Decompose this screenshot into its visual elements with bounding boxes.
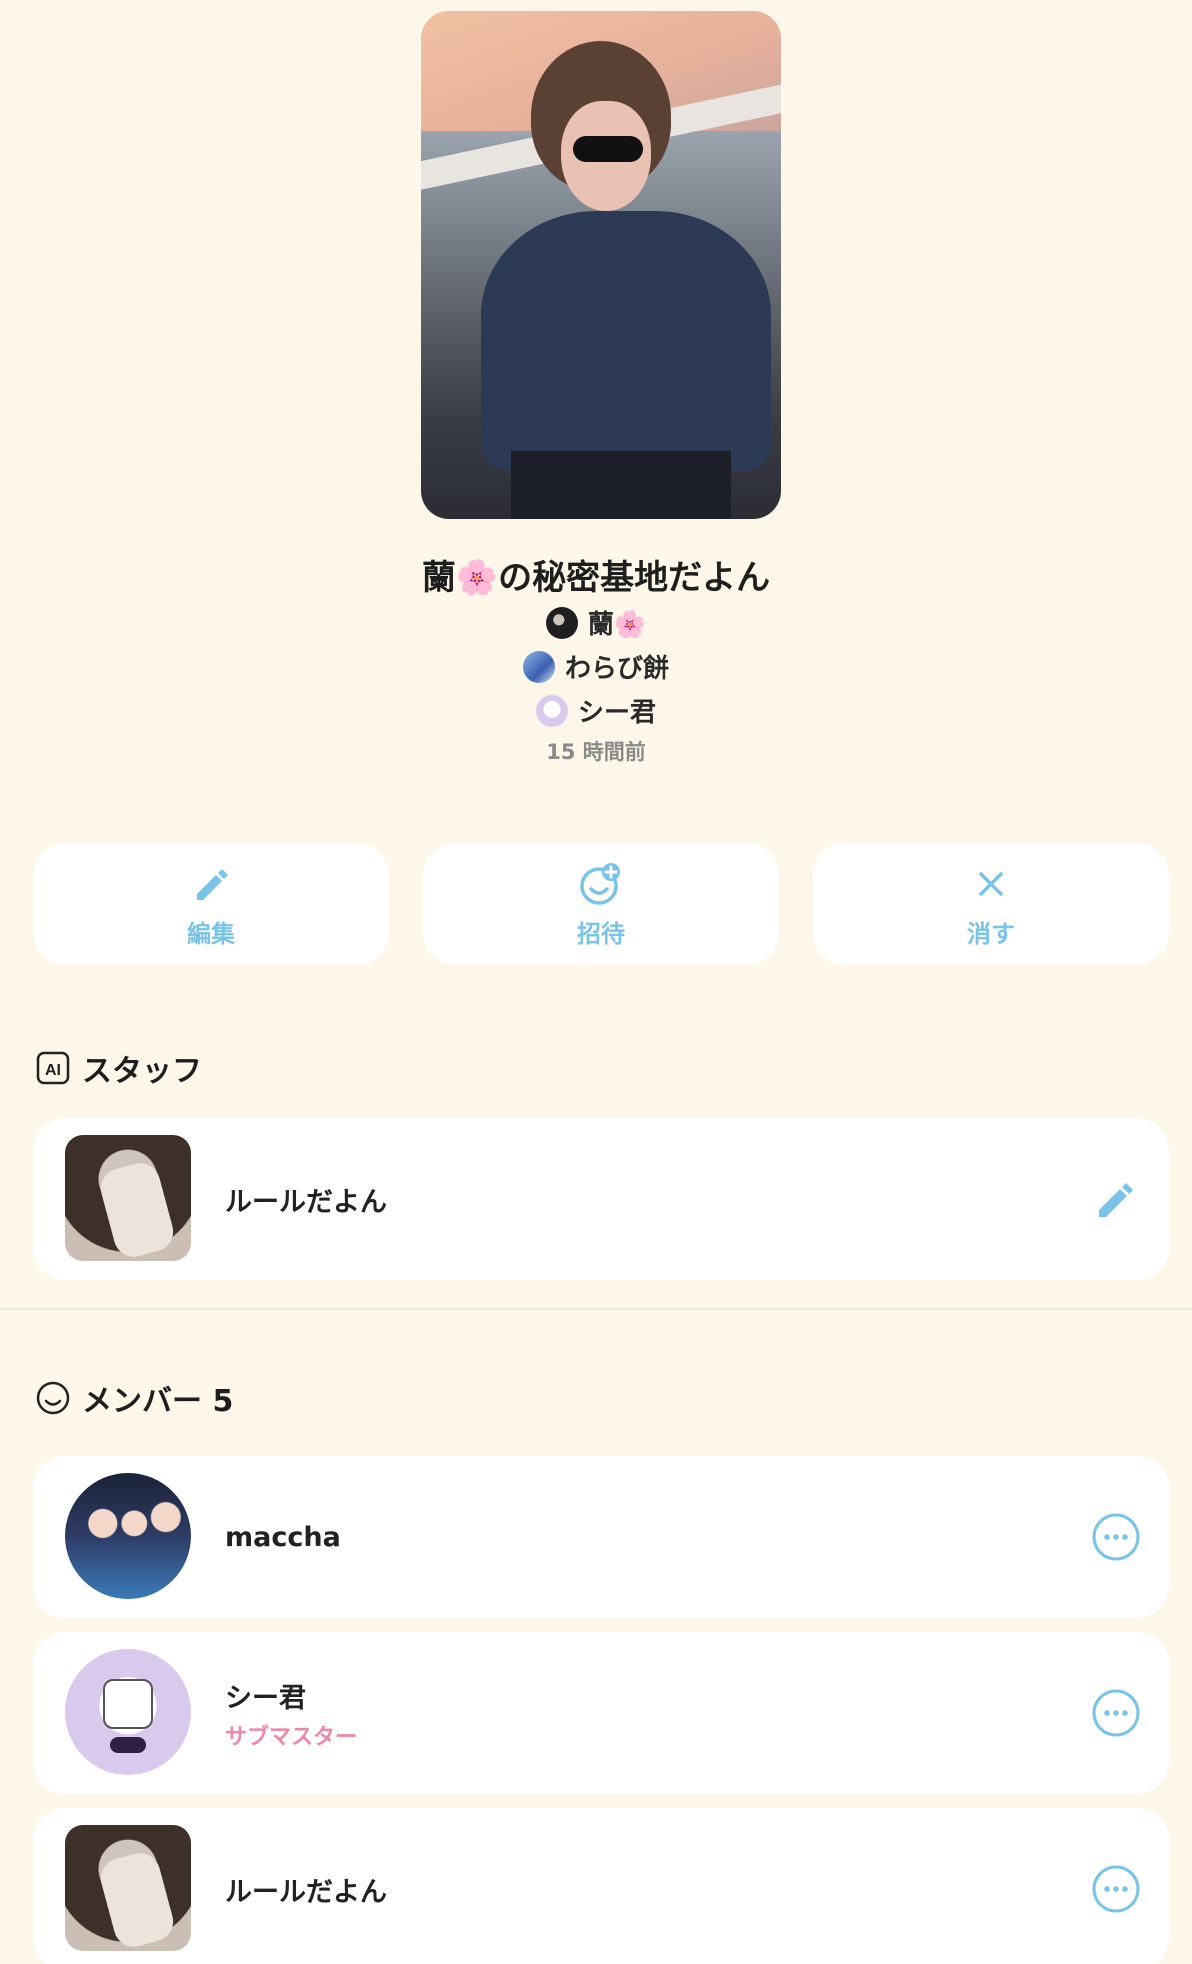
updated-time: 15 時間前 [546, 740, 646, 764]
avatar-bow [110, 1737, 146, 1753]
ai-icon: AI [36, 1051, 70, 1085]
invite-button[interactable]: 招待 [423, 843, 779, 965]
edit-button[interactable]: 編集 [33, 843, 389, 965]
delete-button-label: 消す [967, 919, 1015, 948]
member-preview-1[interactable]: 蘭🌸 [0, 604, 1192, 641]
avatar-hand [96, 1848, 178, 1951]
member-row[interactable]: maccha [33, 1456, 1169, 1618]
staff-row[interactable]: ルールだよん [33, 1118, 1169, 1280]
more-icon[interactable] [1091, 1864, 1141, 1914]
member-preview-2[interactable]: わらび餅 [0, 648, 1192, 685]
avatar [65, 1649, 191, 1775]
staff-heading: AI スタッフ [36, 1046, 202, 1090]
avatar [65, 1473, 191, 1599]
member-row[interactable]: シー君 サブマスター [33, 1632, 1169, 1794]
avatar-hand [96, 1158, 178, 1261]
flower-emoji: 🌸 [455, 558, 499, 598]
smile-icon [36, 1381, 70, 1415]
members-heading-label: メンバー 5 [82, 1384, 234, 1419]
svg-text:AI: AI [45, 1062, 61, 1079]
member-name-text: maccha [225, 1521, 341, 1553]
invite-button-label: 招待 [577, 919, 625, 948]
room-title-prefix: 蘭 [421, 558, 456, 598]
member-role: サブマスター [225, 1724, 358, 1750]
mini-avatar [522, 650, 555, 683]
member-preview-name: シー君 [577, 698, 656, 728]
close-icon [979, 871, 1003, 896]
cover-legs [511, 451, 731, 519]
cover-shirt [481, 211, 771, 471]
action-bar: 編集 招待 消す [33, 843, 1169, 965]
staff-heading-label: スタッフ [82, 1054, 202, 1089]
staff-name: ルールだよん [225, 1118, 387, 1280]
pencil-icon[interactable] [1091, 1174, 1141, 1224]
avatar-face [103, 1679, 153, 1729]
mini-avatar [545, 606, 578, 639]
member-name: シー君 サブマスター [225, 1632, 357, 1794]
member-name: ルールだよん [225, 1808, 387, 1964]
member-preview-3[interactable]: シー君 [0, 692, 1192, 729]
members-heading: メンバー 5 [36, 1376, 233, 1420]
pencil-icon [197, 868, 228, 900]
room-detail-page: 蘭🌸の秘密基地だよん 蘭🌸 わらび餅 シー君 15 時間前 編集 招待 消す A… [0, 0, 1192, 1964]
avatar [65, 1135, 191, 1261]
member-preview-name: 蘭🌸 [587, 610, 647, 640]
delete-button[interactable]: 消す [813, 843, 1169, 965]
more-icon[interactable] [1091, 1512, 1141, 1562]
room-cover-image[interactable] [421, 11, 781, 519]
member-row[interactable]: ルールだよん [33, 1808, 1169, 1964]
edit-button-label: 編集 [187, 919, 235, 948]
staff-name-text: ルールだよん [225, 1186, 387, 1218]
avatar [65, 1825, 191, 1951]
room-title: 蘭🌸の秘密基地だよん [0, 550, 1192, 599]
section-divider [0, 1308, 1192, 1310]
member-preview-name: わらび餅 [564, 654, 669, 684]
member-name: maccha [225, 1456, 341, 1618]
more-icon[interactable] [1091, 1688, 1141, 1738]
room-title-suffix: の秘密基地だよん [498, 558, 771, 598]
invite-icon [580, 862, 620, 905]
member-name-text: シー君 [225, 1682, 306, 1714]
member-name-text: ルールだよん [225, 1876, 387, 1908]
mini-avatar [535, 694, 568, 727]
cover-glasses [573, 136, 643, 162]
